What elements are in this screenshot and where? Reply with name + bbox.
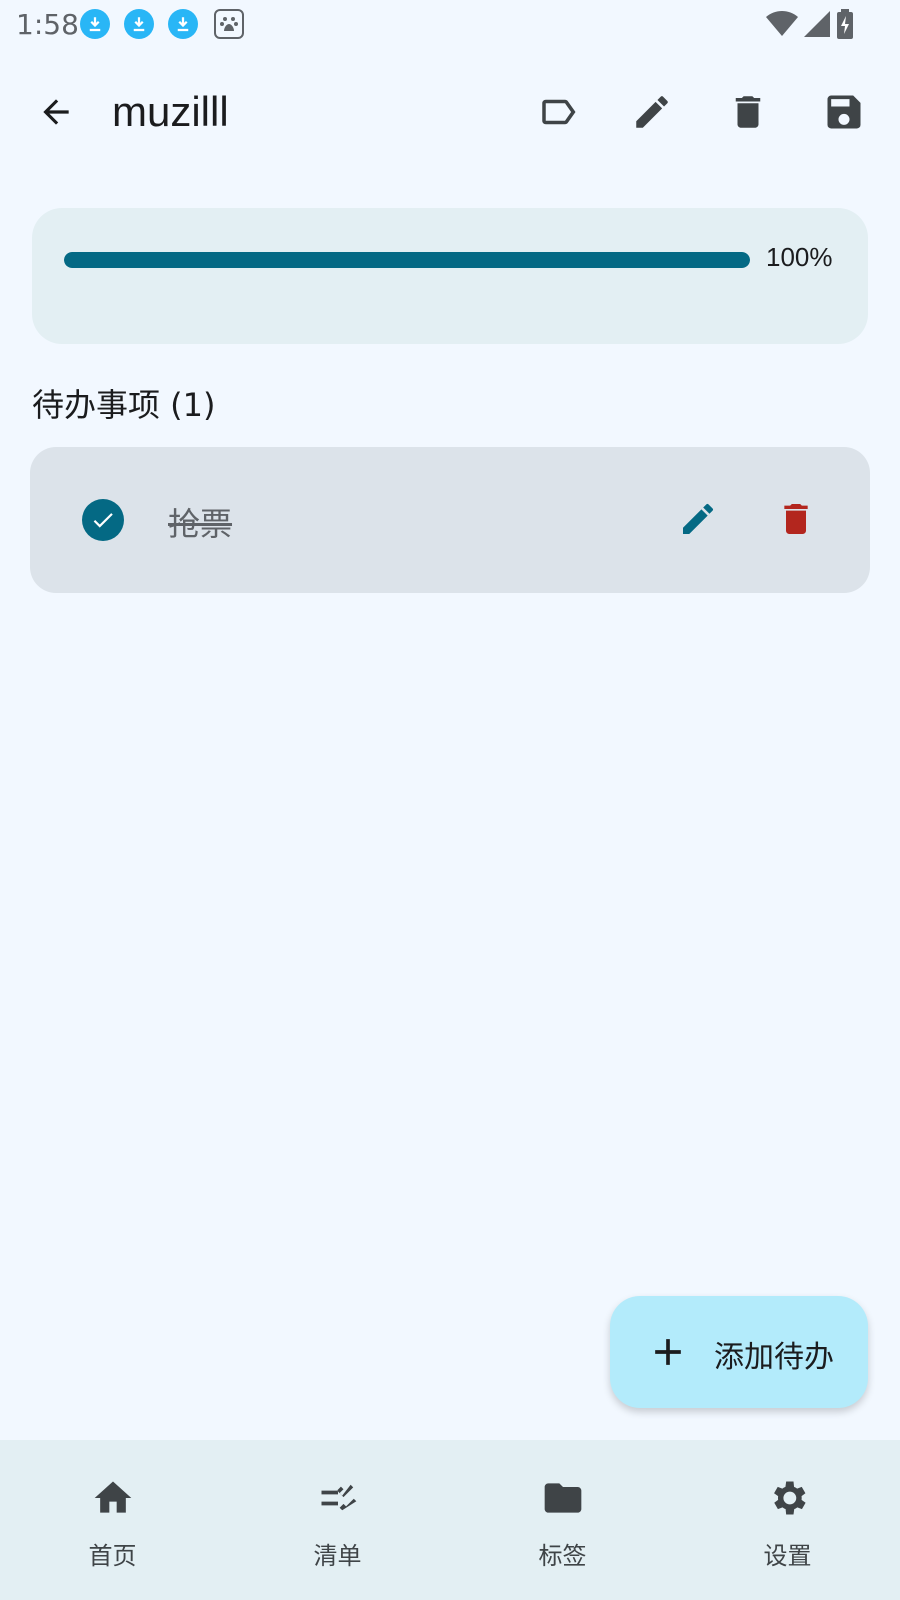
- add-icon: [655, 1339, 681, 1365]
- nav-label: 标签: [538, 1542, 587, 1570]
- page-title: muzilll: [112, 88, 229, 135]
- label-icon: [542, 99, 576, 125]
- download-icon: [124, 9, 154, 39]
- battery-charging-icon: [837, 9, 853, 39]
- nav-label: 设置: [763, 1542, 812, 1570]
- save-icon: [827, 95, 861, 129]
- baidu-icon: [214, 9, 244, 39]
- back-button[interactable]: [28, 84, 84, 140]
- delete-icon: [784, 504, 808, 534]
- progress-percent: 100%: [766, 242, 833, 272]
- nav-item-checklist[interactable]: 清单: [225, 1440, 450, 1600]
- home-icon: [94, 1481, 131, 1513]
- delete-button[interactable]: [720, 84, 776, 140]
- settings-icon: [773, 1481, 806, 1515]
- signal-icon: [804, 11, 830, 37]
- bottom-nav: 首页 清单 标签 设置: [0, 1440, 900, 1600]
- edit-icon: [636, 96, 668, 128]
- add-todo-fab[interactable]: 添加待办: [610, 1296, 868, 1408]
- download-icon: [80, 9, 110, 39]
- todo-edit-button[interactable]: [670, 491, 726, 547]
- nav-item-tags[interactable]: 标签: [450, 1440, 675, 1600]
- todo-item[interactable]: 抢票: [30, 447, 870, 593]
- nav-label: 清单: [313, 1542, 362, 1570]
- edit-button[interactable]: [624, 84, 680, 140]
- app-bar: muzilll: [0, 60, 900, 164]
- folder-icon: [544, 1483, 581, 1513]
- section-title: 待办事项 (1): [32, 386, 216, 424]
- todo-delete-button[interactable]: [768, 491, 824, 547]
- nav-item-settings[interactable]: 设置: [675, 1440, 900, 1600]
- nav-label: 首页: [88, 1542, 137, 1570]
- save-button[interactable]: [816, 84, 872, 140]
- status-bar: 1:58: [0, 0, 900, 50]
- progress-card: 100%: [32, 208, 868, 344]
- fab-label: 添加待办: [714, 1340, 834, 1375]
- label-button[interactable]: [530, 84, 586, 140]
- nav-item-home[interactable]: 首页: [0, 1440, 225, 1600]
- todo-text: 抢票: [168, 505, 233, 543]
- edit-icon: [683, 503, 713, 534]
- arrow-back-icon: [43, 99, 69, 125]
- progress-fill: [64, 252, 750, 268]
- todo-checkbox[interactable]: [82, 499, 124, 541]
- status-time: 1:58: [16, 8, 79, 41]
- checklist-icon: [321, 1484, 356, 1511]
- progress-bar: [64, 252, 750, 268]
- check-icon: [93, 513, 113, 528]
- delete-icon: [735, 96, 761, 128]
- download-icon: [168, 9, 198, 39]
- wifi-icon: [766, 11, 798, 36]
